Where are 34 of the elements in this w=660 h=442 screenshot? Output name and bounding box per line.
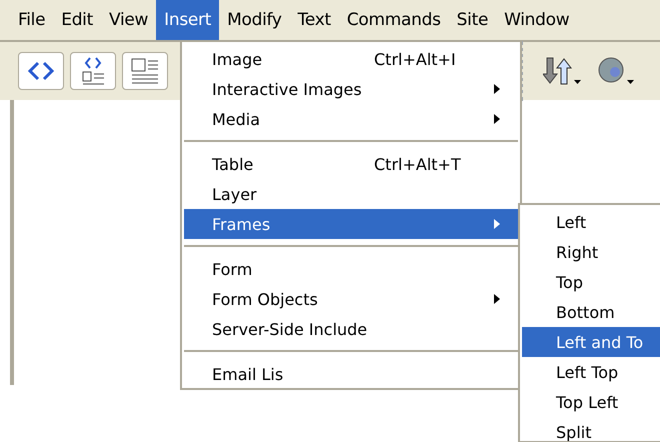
transfer-icon[interactable] [543, 56, 583, 86]
menu-item[interactable]: Insert [156, 0, 220, 40]
menu-item[interactable]: Interactive Images [184, 74, 518, 104]
menu-item[interactable]: Top Left [522, 387, 660, 417]
menu-item[interactable]: File [10, 0, 54, 40]
menu-item[interactable]: Layer [184, 179, 518, 209]
menu-item[interactable]: Left and To [522, 327, 660, 357]
menu-item[interactable]: Edit [53, 0, 101, 40]
menu-item[interactable]: Top [522, 267, 660, 297]
code-view-button[interactable] [18, 52, 64, 90]
menu-item[interactable]: Site [448, 0, 496, 40]
code-icon [26, 60, 56, 82]
menu-item[interactable]: Image Ctrl+Alt+I [184, 44, 518, 74]
menu-item[interactable]: Form [184, 254, 518, 284]
split-view-button[interactable] [70, 52, 116, 90]
design-view-button[interactable] [122, 52, 168, 90]
menu-item[interactable]: Bottom [522, 297, 660, 327]
globe-icon[interactable] [597, 56, 637, 86]
menu-item[interactable]: Split [522, 417, 660, 441]
menu-item[interactable]: View [100, 0, 156, 40]
menu-item[interactable]: Modify [219, 0, 290, 40]
menu-item[interactable]: Left Top [522, 357, 660, 387]
menu-item[interactable]: Media [184, 104, 518, 134]
menu-item[interactable]: Commands [338, 0, 449, 40]
menu-item[interactable]: Frames [184, 209, 518, 239]
menu-item[interactable]: Window [496, 0, 578, 40]
menu-item[interactable]: Left [522, 207, 660, 237]
menu-item[interactable]: Text [290, 0, 339, 40]
menu-item[interactable]: Table Ctrl+Alt+T [184, 149, 518, 179]
menu-item[interactable]: Form Objects [184, 284, 518, 314]
layout-icon [129, 56, 161, 86]
menu-item[interactable]: Server-Side Include [184, 314, 518, 344]
menu-item[interactable]: Right [522, 237, 660, 267]
menu-item[interactable]: Email Lis [184, 359, 518, 388]
